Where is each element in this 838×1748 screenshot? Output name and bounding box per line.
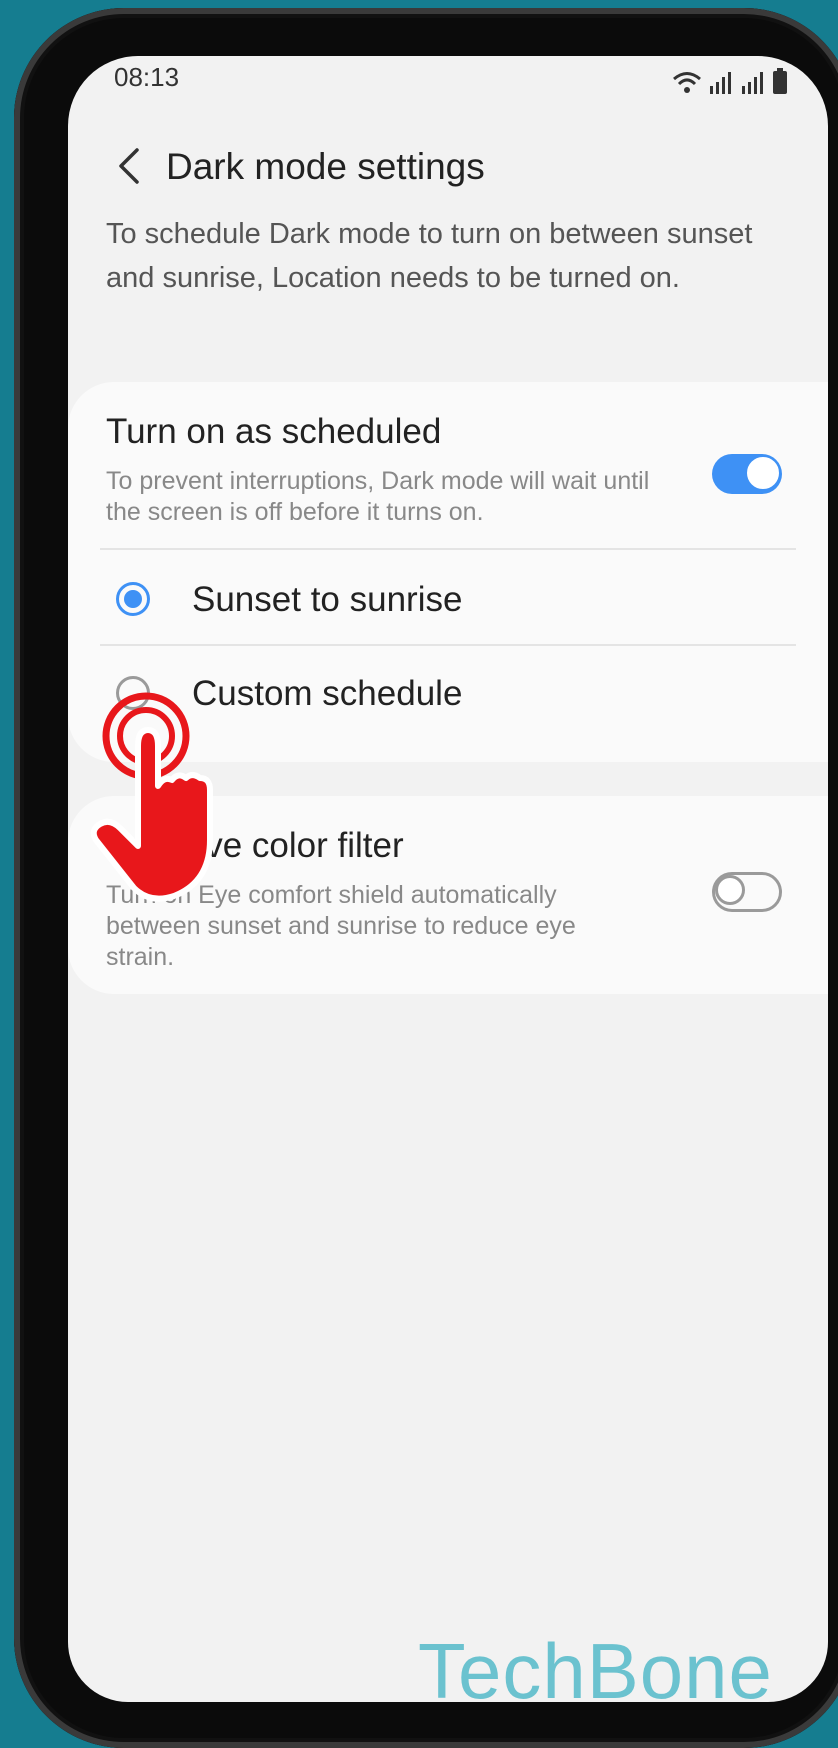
app-header: Dark mode settings — [68, 116, 828, 216]
toggle-knob — [746, 456, 780, 490]
toggle-knob — [715, 875, 745, 905]
signal-icon — [710, 72, 731, 94]
schedule-title: Turn on as scheduled — [106, 412, 442, 451]
option-label: Custom schedule — [192, 674, 463, 713]
status-time: 08:13 — [114, 62, 180, 92]
filter-toggle[interactable] — [712, 872, 782, 912]
signal-icon — [742, 72, 763, 94]
watermark: TechBone — [418, 1627, 773, 1702]
option-sunset-to-sunrise[interactable]: Sunset to sunrise — [68, 550, 828, 654]
page-title: Dark mode settings — [166, 146, 485, 187]
wifi-icon — [673, 72, 701, 93]
option-label: Sunset to sunrise — [192, 580, 463, 619]
chevron-left-icon — [119, 148, 139, 184]
schedule-subtitle: To prevent interruptions, Dark mode will… — [106, 467, 650, 526]
radio-sunset-to-sunrise[interactable] — [116, 582, 150, 616]
status-icons — [672, 62, 788, 94]
location-description: To schedule Dark mode to turn on between… — [106, 218, 753, 294]
tap-hand-icon — [90, 692, 213, 902]
back-button[interactable] — [104, 136, 154, 196]
turn-on-scheduled-row[interactable]: Turn on as scheduled To prevent interrup… — [68, 382, 828, 532]
battery-icon — [773, 68, 787, 94]
schedule-toggle[interactable] — [712, 454, 782, 494]
